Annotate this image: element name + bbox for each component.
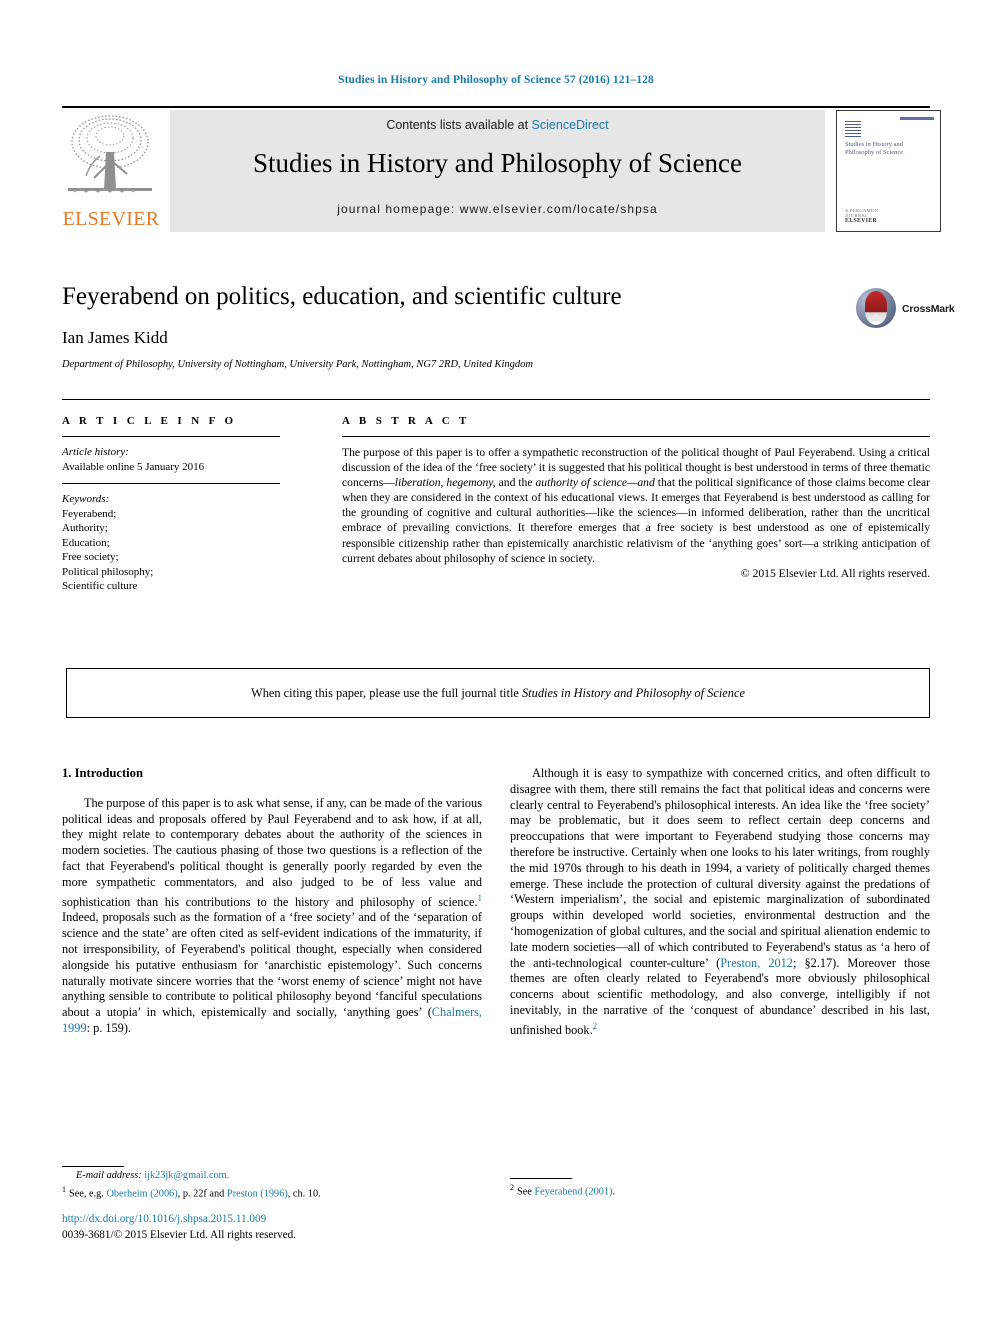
footnote-block-left: E-mail address: ijk23jk@gmail.com. 1 See,… xyxy=(62,1169,492,1201)
article-info-heading: A R T I C L E I N F O xyxy=(62,415,237,427)
abstract-part-2: that the political significance of those… xyxy=(342,476,930,565)
journal-homepage-line[interactable]: journal homepage: www.elsevier.com/locat… xyxy=(170,202,825,216)
footnote-rule-right xyxy=(510,1178,572,1179)
abstract-mid-1: and the xyxy=(495,476,536,490)
body-column-right: Although it is easy to sympathize with c… xyxy=(510,766,930,1039)
body-column-left: 1. Introduction The purpose of this pape… xyxy=(62,766,482,1037)
abstract-text: The purpose of this paper is to offer a … xyxy=(342,445,930,566)
footnote-2-a: See xyxy=(517,1186,535,1198)
elsevier-tree-icon xyxy=(64,112,156,204)
footnote-1-marker: 1 xyxy=(62,1185,66,1194)
article-info-rule-1 xyxy=(62,436,280,437)
journal-title: Studies in History and Philosophy of Sci… xyxy=(253,148,742,178)
sciencedirect-link[interactable]: ScienceDirect xyxy=(532,118,609,132)
crossmark-disc-icon xyxy=(856,288,896,328)
keyword-item: Feyerabend; xyxy=(62,507,117,520)
imprint-block: http://dx.doi.org/10.1016/j.shpsa.2015.1… xyxy=(62,1212,562,1243)
left-p1-b: Indeed, proposals such as the formation … xyxy=(62,910,482,1020)
citation-notice-journal: Studies in History and Philosophy of Sci… xyxy=(521,685,745,700)
info-section-top-rule xyxy=(62,399,930,400)
footnote-marker-1[interactable]: 1 xyxy=(478,893,483,903)
abstract-rule xyxy=(342,436,930,437)
footnote-2-marker: 2 xyxy=(510,1183,514,1192)
abstract-copyright: © 2015 Elsevier Ltd. All rights reserved… xyxy=(740,566,930,580)
crossmark-badge[interactable]: CrossMark xyxy=(856,288,955,332)
abstract-italic-1: liberation, hegemony, xyxy=(394,476,496,490)
cover-footer-top: A PERGAMON JOURNAL xyxy=(845,208,879,218)
keywords-list: Feyerabend; Authority; Education; Free s… xyxy=(62,507,280,594)
contents-line: Contents lists available at ScienceDirec… xyxy=(170,118,825,132)
elsevier-logo: ELSEVIER xyxy=(62,110,160,232)
cover-footer: A PERGAMON JOURNAL ELSEVIER xyxy=(845,208,903,224)
footnote-1: 1 See, e.g. Oberheim (2006), p. 22f and P… xyxy=(62,1183,492,1201)
left-p1-a: The purpose of this paper is to ask what… xyxy=(62,795,482,909)
left-p1-c: : p. 159). xyxy=(86,1021,131,1036)
footnote-2-b: . xyxy=(612,1186,616,1198)
footnote-1-a: See, e.g. xyxy=(69,1188,107,1200)
footnote-marker-2[interactable]: 2 xyxy=(593,1021,598,1031)
keyword-item: Political philosophy; xyxy=(62,565,154,578)
citation-notice-prefix: When citing this paper, please use the f… xyxy=(251,685,522,700)
email-address-label: E-mail address: xyxy=(76,1170,142,1181)
issn-copyright-line: 0039-3681/© 2015 Elsevier Ltd. All right… xyxy=(62,1228,297,1241)
doi-link[interactable]: http://dx.doi.org/10.1016/j.shpsa.2015.1… xyxy=(62,1212,562,1228)
footnote-1-b: , p. 22f and xyxy=(177,1188,227,1200)
abstract-column: A B S T R A C T The purpose of this pape… xyxy=(342,415,930,580)
footnote-block-right: 2 See Feyerabend (2001). xyxy=(510,1181,940,1199)
contents-prefix: Contents lists available at xyxy=(386,118,532,132)
article-info-rule-2 xyxy=(62,483,280,484)
journal-cover-thumbnail[interactable]: Studies in History and Philosophy of Sci… xyxy=(836,110,941,232)
footnote-rule-left xyxy=(62,1166,124,1167)
keyword-item: Free society; xyxy=(62,551,119,563)
journal-masthead: ELSEVIER Contents lists available at Sci… xyxy=(62,106,941,232)
author-list: Ian James Kidd xyxy=(62,328,168,347)
article-history-value: Available online 5 January 2016 xyxy=(62,460,205,473)
masthead-top-rule xyxy=(62,106,930,108)
article-history-group: Article history: Available online 5 Janu… xyxy=(62,445,280,474)
journal-band: Contents lists available at ScienceDirec… xyxy=(170,110,825,232)
right-p1-a: Although it is easy to sympathize with c… xyxy=(510,766,930,970)
crossmark-label: CrossMark xyxy=(902,303,955,315)
email-address-link[interactable]: ijk23jk@gmail.com. xyxy=(144,1170,229,1181)
article-info-column: A R T I C L E I N F O Article history: A… xyxy=(62,415,280,594)
footnote-2: 2 See Feyerabend (2001). xyxy=(510,1181,940,1199)
footnote-1-c: , ch. 10. xyxy=(287,1188,321,1200)
citation-link-preston-1996[interactable]: Preston (1996) xyxy=(227,1188,288,1199)
elsevier-wordmark: ELSEVIER xyxy=(62,208,160,230)
citation-link-oberheim-2006[interactable]: Oberheim (2006) xyxy=(106,1188,177,1199)
keyword-item: Authority; xyxy=(62,522,108,534)
citation-notice-box: When citing this paper, please use the f… xyxy=(66,668,930,718)
footnote-email-line: E-mail address: ijk23jk@gmail.com. xyxy=(62,1169,492,1183)
cover-topbar-decoration xyxy=(900,117,934,120)
citation-link-feyerabend-2001[interactable]: Feyerabend (2001) xyxy=(534,1186,612,1197)
title-block: Feyerabend on politics, education, and s… xyxy=(62,282,842,370)
author-affiliation: Department of Philosophy, University of … xyxy=(62,359,534,370)
keyword-item: Education; xyxy=(62,536,110,549)
article-history-label: Article history: xyxy=(62,446,129,458)
keyword-item: Scientific culture xyxy=(62,580,138,592)
cover-title-text: Studies in History and Philosophy of Sci… xyxy=(845,141,904,156)
abstract-italic-2: authority of science—and xyxy=(535,476,655,490)
running-head: Studies in History and Philosophy of Sci… xyxy=(338,74,654,86)
body-paragraph-left: The purpose of this paper is to ask what… xyxy=(62,796,482,1037)
keywords-group: Keywords: Feyerabend; Authority; Educati… xyxy=(62,492,280,594)
crossmark-triangle-icon xyxy=(869,313,883,321)
keywords-label: Keywords: xyxy=(62,493,110,505)
page-title: Feyerabend on politics, education, and s… xyxy=(62,283,622,310)
citation-link-preston-2012[interactable]: Preston, 2012 xyxy=(720,956,793,970)
article-page: Studies in History and Philosophy of Sci… xyxy=(0,0,992,1323)
cover-footer-bottom: ELSEVIER xyxy=(845,218,877,224)
body-paragraph-right: Although it is easy to sympathize with c… xyxy=(510,766,930,1039)
citation-notice-text: When citing this paper, please use the f… xyxy=(251,686,745,701)
abstract-heading: A B S T R A C T xyxy=(342,415,470,427)
cover-emblem-icon xyxy=(845,121,861,137)
section-heading-introduction: 1. Introduction xyxy=(62,766,143,780)
